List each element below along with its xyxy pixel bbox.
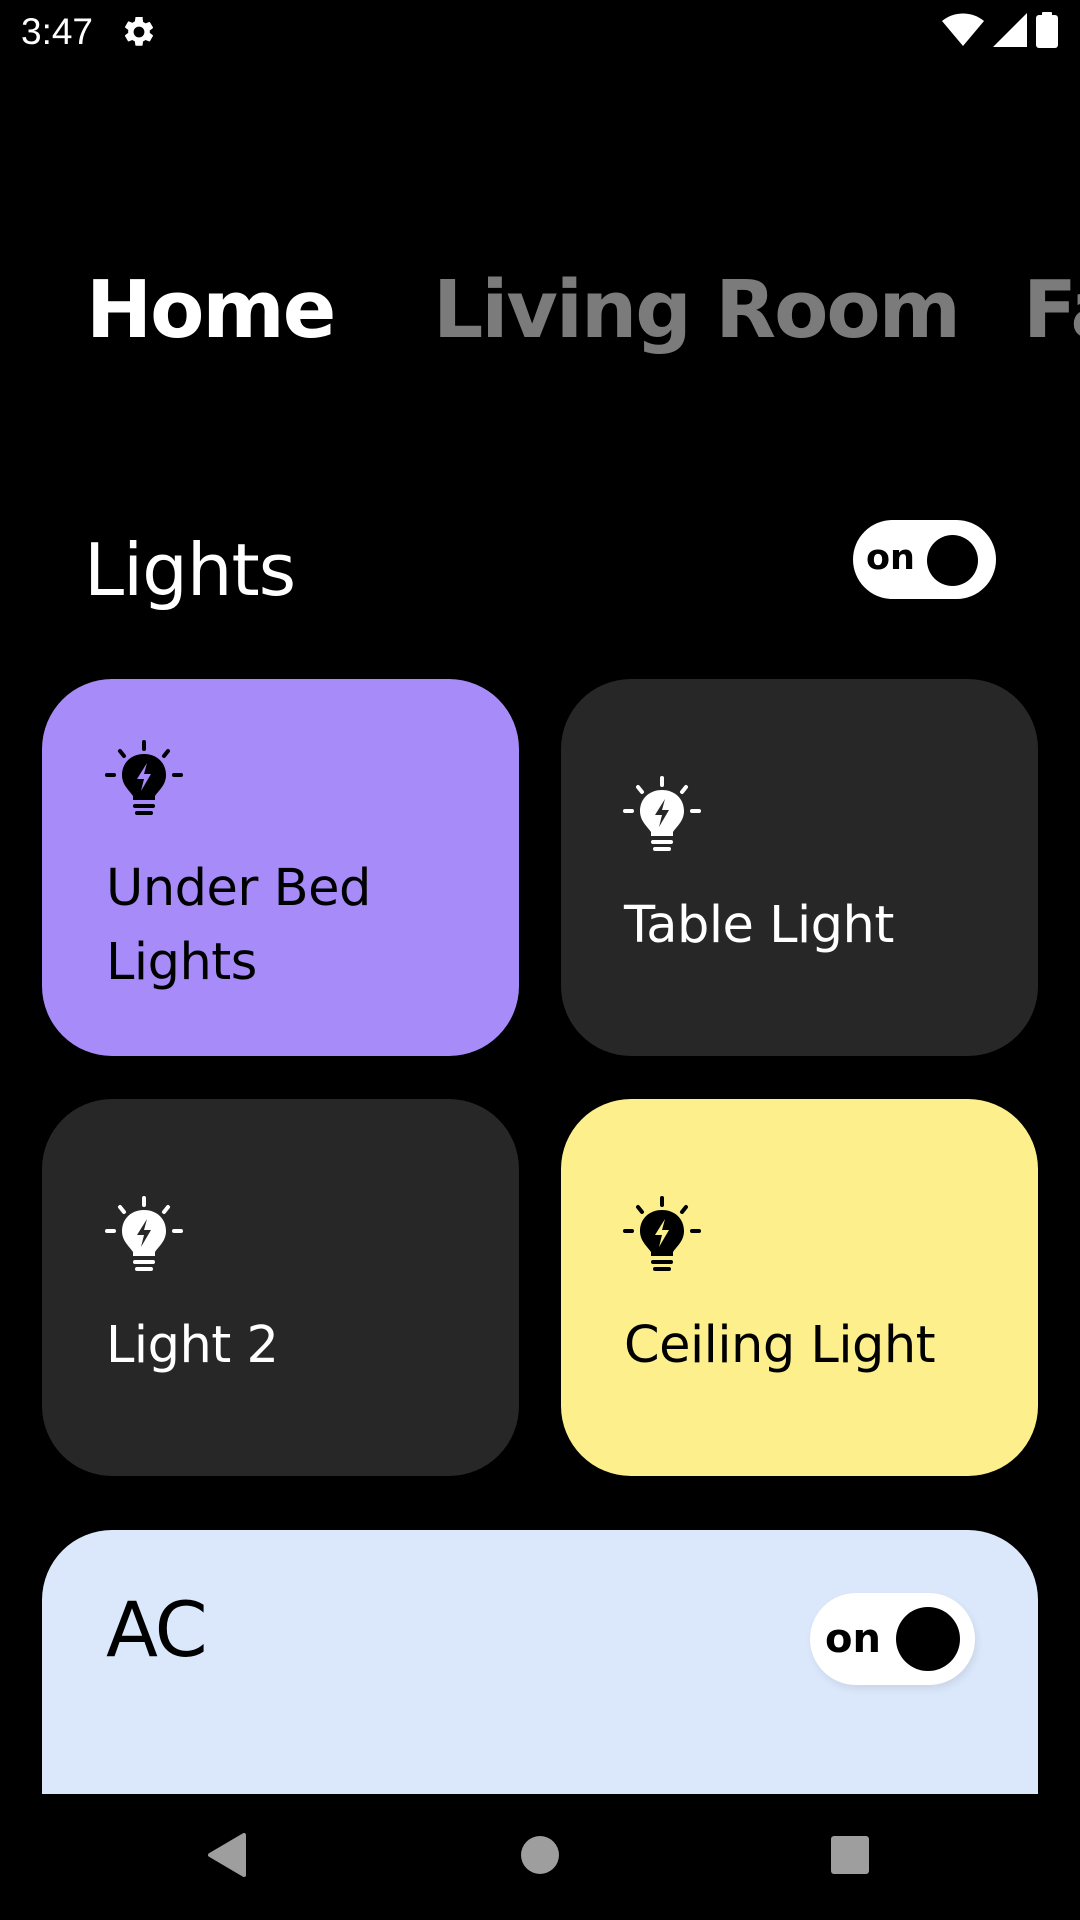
- light-card-label: Light 2: [106, 1316, 279, 1375]
- light-card-ceiling-light[interactable]: Ceiling Light: [561, 1099, 1038, 1476]
- room-tabs: Home Living Room Fa: [0, 255, 1080, 365]
- lights-toggle-label: on: [866, 538, 915, 578]
- lights-section-title: Lights: [84, 528, 296, 612]
- light-card-table-light[interactable]: Table Light: [561, 679, 1038, 1056]
- lights-toggle[interactable]: on: [853, 520, 996, 599]
- tab-fa[interactable]: Fa: [1023, 255, 1080, 365]
- lightbulb-bolt-icon: [620, 1196, 704, 1280]
- lightbulb-bolt-icon: [102, 1196, 186, 1280]
- light-card-light-2[interactable]: Light 2: [42, 1099, 519, 1476]
- back-button[interactable]: [166, 1794, 286, 1920]
- light-card-label: Table Light: [624, 896, 894, 955]
- lightbulb-bolt-icon: [102, 740, 186, 824]
- ac-toggle[interactable]: on: [810, 1593, 975, 1685]
- status-bar: 3:47: [0, 0, 1080, 63]
- light-card-label: Under Bed Lights: [106, 852, 371, 1000]
- tab-living-room[interactable]: Living Room: [433, 255, 961, 365]
- back-triangle-icon: [204, 1831, 248, 1883]
- ac-toggle-label: on: [825, 1616, 881, 1662]
- battery-icon: [1036, 12, 1058, 52]
- settings-gear-icon: [121, 14, 157, 50]
- cell-signal-icon: [993, 13, 1027, 51]
- status-icons: [942, 12, 1058, 52]
- tab-home[interactable]: Home: [86, 255, 336, 365]
- light-card-label-line: Lights: [106, 933, 257, 992]
- navigation-bar: [0, 1794, 1080, 1920]
- ac-title: AC: [106, 1585, 208, 1674]
- screen: 3:47 Home Living Room F Lights on Under …: [0, 0, 1080, 1920]
- ac-toggle-knob: [896, 1607, 960, 1671]
- lightbulb-bolt-icon: [620, 776, 704, 860]
- status-time: 3:47: [21, 11, 94, 52]
- recents-square-icon: [830, 1835, 870, 1879]
- home-circle-icon: [520, 1835, 560, 1879]
- home-button[interactable]: [480, 1794, 600, 1920]
- light-card-label-line: Under Bed: [106, 859, 371, 918]
- lights-toggle-knob: [927, 535, 978, 586]
- light-card-label: Ceiling Light: [624, 1316, 936, 1375]
- wifi-icon: [942, 13, 984, 51]
- light-card-under-bed[interactable]: Under Bed Lights: [42, 679, 519, 1056]
- recents-button[interactable]: [790, 1794, 910, 1920]
